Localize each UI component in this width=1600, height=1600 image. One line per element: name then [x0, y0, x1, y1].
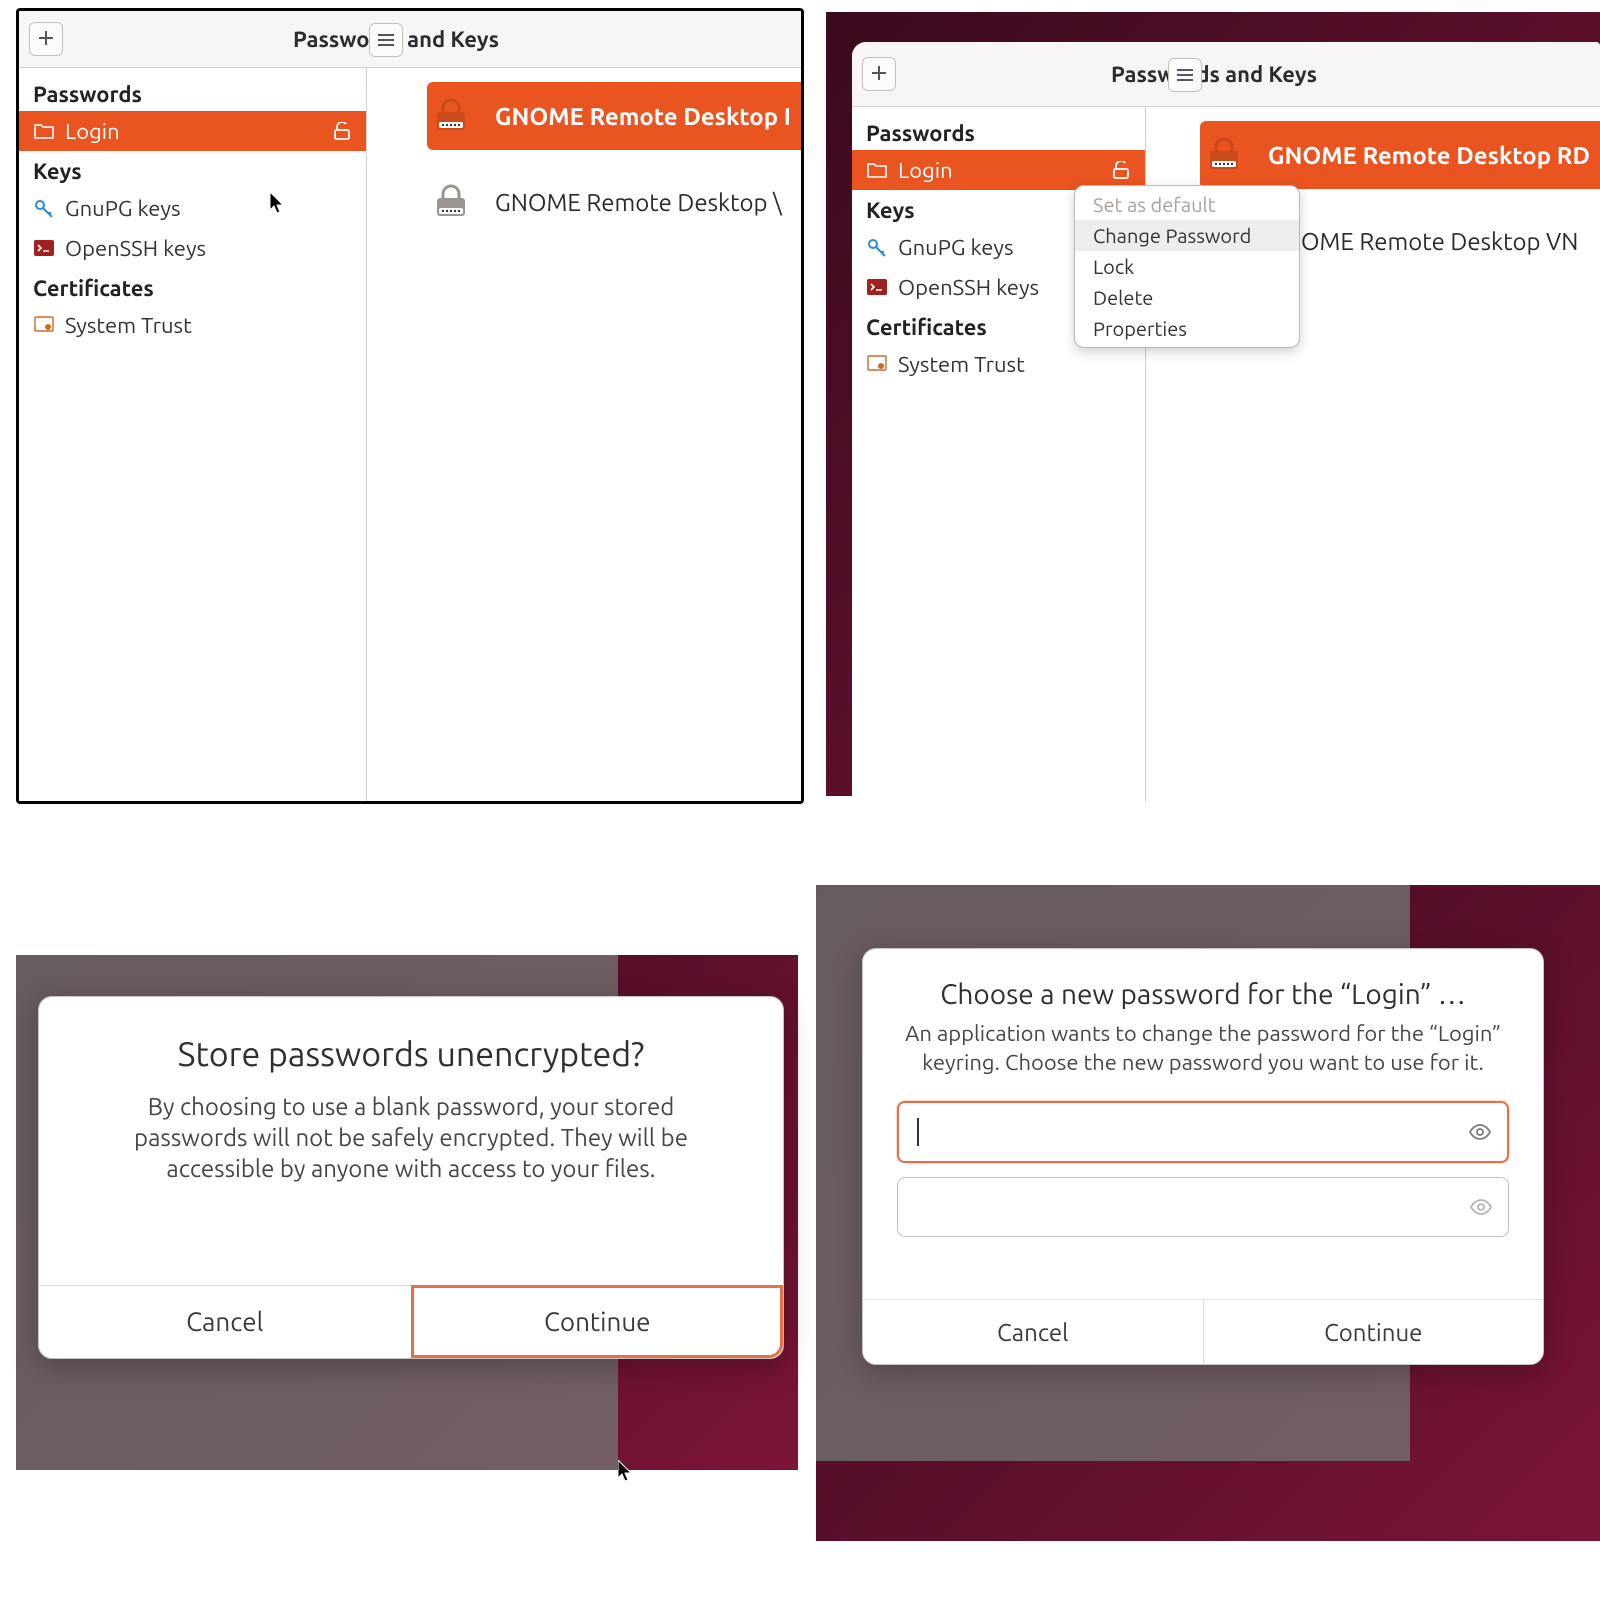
dialog-title: Choose a new password for the “Login” …: [863, 949, 1543, 1020]
sidebar-heading-passwords: Passwords: [19, 74, 366, 111]
sidebar: Passwords Login Keys GnuPG keys: [19, 68, 367, 802]
hamburger-icon: [1177, 65, 1193, 85]
list-item-label: GNOME Remote Desktop \: [495, 189, 782, 216]
sidebar-heading-keys: Keys: [19, 151, 366, 188]
sidebar-item-label: Login: [898, 158, 953, 183]
list-item-label: GNOME Remote Desktop RD: [1268, 142, 1590, 169]
reveal-password-icon[interactable]: [1467, 1119, 1493, 1145]
sidebar-item-login[interactable]: Login: [19, 111, 366, 151]
menu-item-properties[interactable]: Properties: [1075, 313, 1299, 344]
sidebar-item-openssh[interactable]: OpenSSH keys: [19, 228, 366, 268]
new-password-input[interactable]: [929, 1117, 1457, 1147]
confirm-password-field[interactable]: [897, 1177, 1509, 1237]
dialog-body: By choosing to use a blank password, you…: [39, 1091, 783, 1225]
menu-item-change-password[interactable]: Change Password: [1075, 220, 1299, 251]
sidebar-item-label: Login: [65, 119, 120, 144]
sidebar-item-system-trust[interactable]: System Trust: [19, 305, 366, 345]
window-title: Passwords and Keys: [872, 62, 1556, 87]
sidebar-item-label: OpenSSH keys: [898, 275, 1039, 300]
sidebar-heading-certs: Certificates: [19, 268, 366, 305]
menu-item-lock[interactable]: Lock: [1075, 251, 1299, 282]
seahorse-window-panel-2: Passwords and Keys Passwords Login Keys: [852, 42, 1600, 802]
list-item[interactable]: GNOME Remote Desktop I: [427, 82, 801, 150]
sidebar-item-system-trust[interactable]: System Trust: [852, 344, 1145, 384]
menu-item-set-default: Set as default: [1075, 189, 1299, 220]
hamburger-icon: [378, 30, 394, 50]
list-item[interactable]: GNOME Remote Desktop RD: [1200, 121, 1600, 189]
store-unencrypted-dialog: Store passwords unencrypted? By choosing…: [38, 996, 784, 1359]
sidebar-item-label: System Trust: [65, 313, 192, 338]
certificate-icon: [866, 353, 888, 375]
text-caret: [917, 1118, 919, 1146]
certificate-icon: [33, 314, 55, 336]
password-entry-icon: [427, 92, 475, 140]
cancel-button[interactable]: Cancel: [39, 1285, 411, 1358]
dialog-actions: Cancel Continue: [39, 1285, 783, 1358]
sidebar-item-label: OpenSSH keys: [65, 236, 206, 261]
key-icon: [866, 236, 888, 258]
password-entry-icon: [427, 178, 475, 226]
continue-button[interactable]: Continue: [411, 1285, 784, 1358]
unlock-icon: [1111, 160, 1131, 180]
menu-item-delete[interactable]: Delete: [1075, 282, 1299, 313]
list-item-label: GNOME Remote Desktop VN: [1268, 228, 1579, 255]
list-item-label: GNOME Remote Desktop I: [495, 103, 791, 130]
sidebar-heading-passwords: Passwords: [852, 113, 1145, 150]
terminal-icon: [866, 276, 888, 298]
dialog-body: An application wants to change the passw…: [863, 1020, 1543, 1101]
cancel-button[interactable]: Cancel: [863, 1299, 1203, 1364]
dialog-title: Store passwords unencrypted?: [39, 997, 783, 1091]
terminal-icon: [33, 237, 55, 259]
key-icon: [33, 197, 55, 219]
sidebar-item-login[interactable]: Login: [852, 150, 1145, 190]
header-bar: Passwords and Keys: [19, 11, 801, 68]
unlock-icon: [332, 121, 352, 141]
seahorse-window-panel-1: Passwords and Keys Passwords Login Keys: [16, 8, 804, 804]
folder-icon: [866, 159, 888, 181]
menu-button[interactable]: [369, 23, 403, 57]
reveal-password-icon[interactable]: [1468, 1194, 1494, 1220]
sidebar-item-label: System Trust: [898, 352, 1025, 377]
dialog-actions: Cancel Continue: [863, 1299, 1543, 1364]
new-password-field[interactable]: [897, 1101, 1509, 1163]
sidebar-item-gnupg[interactable]: GnuPG keys: [19, 188, 366, 228]
change-password-dialog: Choose a new password for the “Login” … …: [862, 948, 1544, 1365]
folder-icon: [33, 120, 55, 142]
content-pane: GNOME Remote Desktop I GNOME Remote Desk…: [367, 68, 801, 802]
header-bar: Passwords and Keys: [852, 42, 1600, 107]
menu-button[interactable]: [1168, 58, 1202, 92]
list-item[interactable]: GNOME Remote Desktop \: [427, 168, 801, 236]
continue-button[interactable]: Continue: [1203, 1299, 1544, 1364]
password-entry-icon: [1200, 131, 1248, 179]
confirm-password-input[interactable]: [912, 1192, 1458, 1222]
sidebar-item-label: GnuPG keys: [898, 235, 1014, 260]
context-menu: Set as default Change Password Lock Dele…: [1074, 185, 1300, 348]
sidebar-item-label: GnuPG keys: [65, 196, 181, 221]
